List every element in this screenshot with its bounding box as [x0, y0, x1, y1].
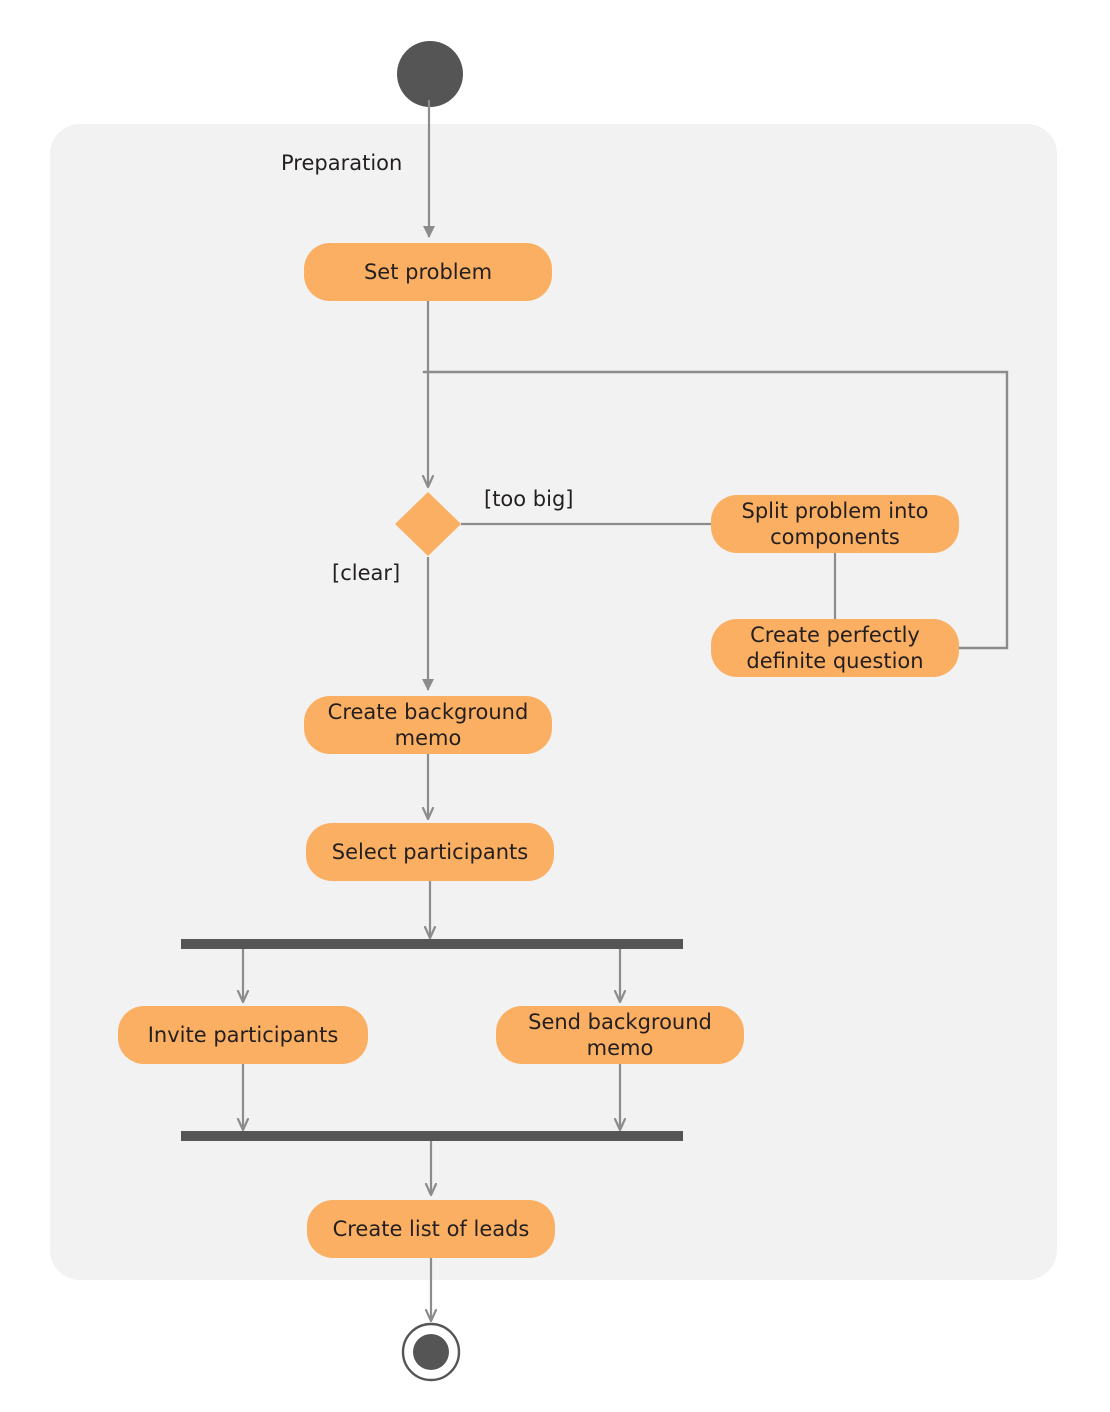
activity-split-problem-into-components[interactable] — [711, 495, 959, 553]
activity-invite-participants[interactable] — [118, 1006, 368, 1064]
activity-send-background-memo[interactable] — [496, 1006, 744, 1064]
activity-create-list-of-leads[interactable] — [307, 1200, 555, 1258]
initial-node — [397, 41, 463, 107]
partition-preparation — [50, 124, 1057, 1280]
activity-diagram-canvas: Preparation Set problem Split problem in… — [0, 0, 1110, 1412]
diagram-vector-layer — [50, 41, 1057, 1382]
activity-select-participants[interactable] — [306, 823, 554, 881]
fork-bar — [181, 939, 683, 949]
activity-create-background-memo[interactable] — [304, 696, 552, 754]
guard-label-clear: [clear] — [332, 561, 401, 585]
partition-label-preparation: Preparation — [281, 151, 403, 175]
join-bar — [181, 1131, 683, 1141]
guard-label-too-big: [too big] — [484, 487, 574, 511]
activity-set-problem[interactable] — [304, 243, 552, 301]
activity-create-perfectly-definite-question[interactable] — [711, 619, 959, 677]
final-node-inner-dot — [413, 1334, 449, 1370]
